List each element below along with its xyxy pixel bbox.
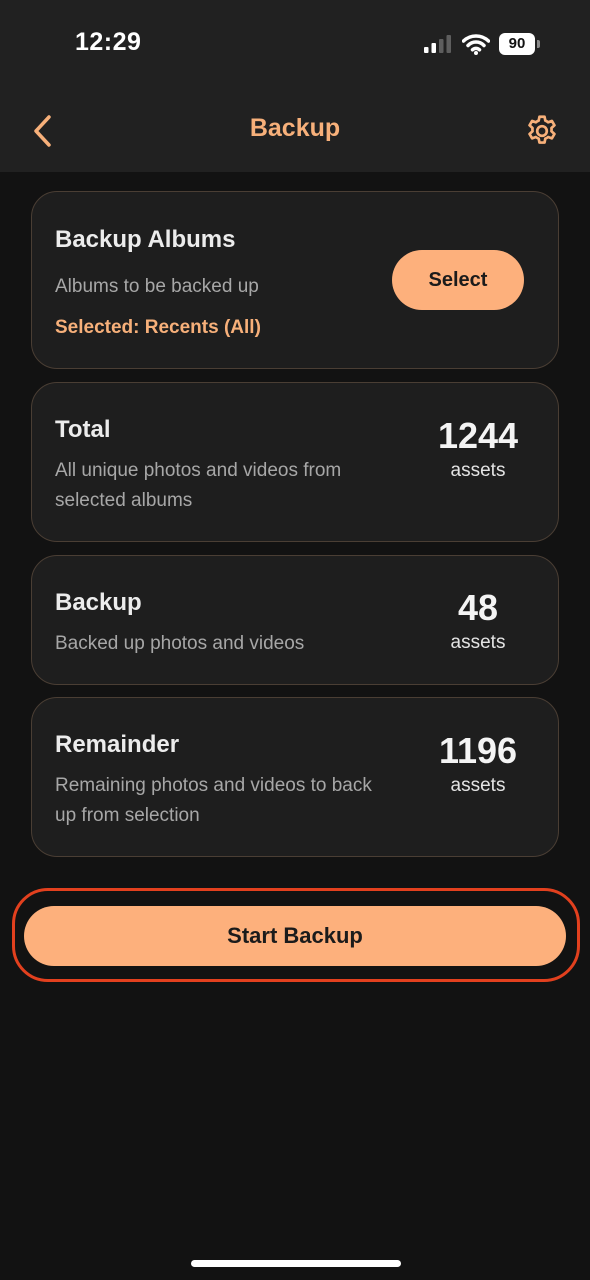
total-card: Total All unique photos and videos from … (31, 382, 559, 542)
backup-albums-card: Backup Albums Albums to be backed up Sel… (31, 191, 559, 369)
remainder-count: 1196 assets (433, 731, 523, 799)
top-bar: 12:29 90 Backup (0, 0, 590, 172)
total-card-description: All unique photos and videos from select… (55, 460, 342, 511)
total-count-value: 1244 (437, 415, 519, 456)
backed-up-card-description: Backed up photos and videos (55, 633, 305, 654)
backed-up-card: Backup Backed up photos and videos 48 as… (31, 555, 559, 685)
total-count-unit: assets (450, 460, 506, 481)
wifi-icon (462, 34, 490, 55)
battery-icon: 90 (499, 33, 541, 55)
albums-card-title: Backup Albums (55, 226, 236, 253)
battery-cap (537, 40, 540, 48)
remainder-card: Remainder Remaining photos and videos to… (31, 697, 559, 857)
select-albums-button[interactable]: Select (392, 250, 524, 310)
total-count: 1244 assets (433, 416, 523, 484)
status-time: 12:29 (75, 28, 142, 56)
backed-up-count: 48 assets (433, 588, 523, 656)
total-card-title: Total (55, 416, 111, 443)
backed-up-card-title: Backup (55, 589, 142, 616)
signal-icon (424, 35, 451, 53)
remainder-card-description: Remaining photos and videos to back up f… (55, 775, 372, 826)
backed-up-count-value: 48 (457, 587, 499, 628)
selected-albums-label: Selected: Recents (All) (55, 317, 261, 338)
backed-up-count-unit: assets (450, 632, 506, 653)
albums-card-description: Albums to be backed up (55, 276, 259, 297)
gear-icon[interactable] (524, 113, 560, 149)
backup-screen: 12:29 90 Backup Backup Albums Albums to … (0, 0, 590, 1280)
page-title: Backup (249, 114, 341, 142)
remainder-count-unit: assets (450, 775, 506, 796)
remainder-count-value: 1196 (438, 730, 518, 771)
battery-level: 90 (499, 33, 535, 55)
start-backup-button[interactable]: Start Backup (24, 906, 566, 966)
remainder-card-title: Remainder (55, 731, 180, 758)
home-indicator[interactable] (191, 1260, 401, 1267)
